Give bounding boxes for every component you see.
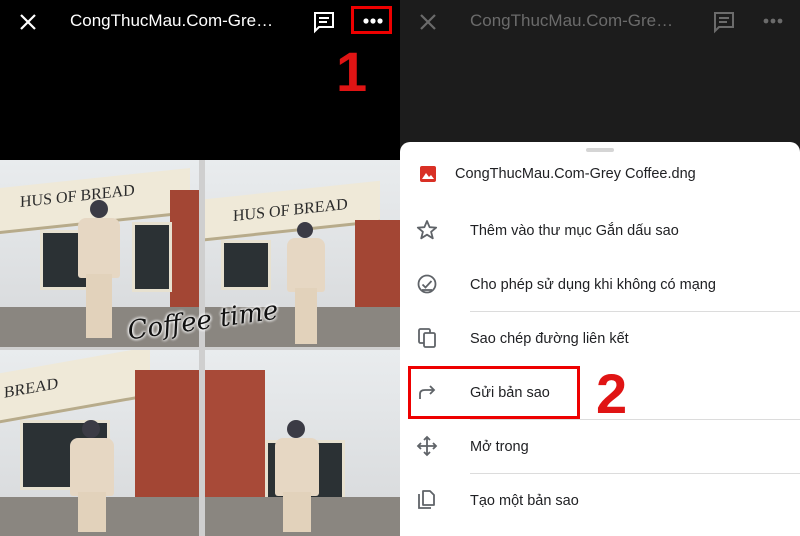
sheet-header: CongThucMau.Com-Grey Coffee.dng <box>400 156 800 196</box>
sheet-handle[interactable] <box>586 148 614 152</box>
photo-collage: HUS OF BREAD HUS OF BREAD BREAD Coffee t… <box>0 160 400 536</box>
menu-item-label: Cho phép sử dụng khi không có mạng <box>470 277 716 293</box>
photo-tile: BREAD <box>0 350 199 536</box>
options-screen: CongThucMau.Com-Grey Coffee.dng CongThuc… <box>400 0 800 536</box>
menu-item-offline[interactable]: Cho phép sử dụng khi không có mạng <box>400 258 800 312</box>
menu-item-label: Tạo một bản sao <box>470 493 579 509</box>
bottom-sheet: CongThucMau.Com-Grey Coffee.dng Thêm vào… <box>400 142 800 536</box>
more-options-icon <box>752 8 792 34</box>
dimmed-topbar: CongThucMau.Com-Grey Coffee.dng <box>400 0 800 44</box>
step-1-label: 1 <box>336 40 368 103</box>
move-arrows-icon <box>416 435 438 457</box>
close-icon <box>416 10 440 34</box>
sheet-file-name: CongThucMau.Com-Grey Coffee.dng <box>455 166 696 182</box>
copy-link-icon <box>416 327 438 349</box>
image-file-icon <box>418 164 438 184</box>
menu-item-add-starred[interactable]: Thêm vào thư mục Gắn dấu sao <box>400 204 800 258</box>
more-options-highlight <box>351 6 392 34</box>
menu-item-make-copy[interactable]: Tạo một bản sao <box>400 474 800 528</box>
file-title: CongThucMau.Com-Grey Coffee.dng <box>70 11 280 30</box>
offline-check-icon <box>416 273 438 295</box>
step-2-label: 2 <box>596 362 628 425</box>
menu-item-label: Mở trong <box>470 439 529 455</box>
photo-viewer: CongThucMau.Com-Grey Coffee.dng 1 HUS OF… <box>0 0 400 536</box>
send-copy-highlight <box>408 366 580 419</box>
menu-item-label: Thêm vào thư mục Gắn dấu sao <box>470 223 679 239</box>
photo-tile <box>205 350 400 536</box>
file-title: CongThucMau.Com-Grey Coffee.dng <box>470 11 680 30</box>
viewer-topbar: CongThucMau.Com-Grey Coffee.dng <box>0 0 400 44</box>
comment-icon[interactable] <box>312 10 336 34</box>
menu-item-copy-link[interactable]: Sao chép đường liên kết <box>400 312 800 366</box>
star-outline-icon <box>416 219 438 241</box>
make-copy-icon <box>416 489 438 511</box>
menu-item-open-in[interactable]: Mở trong <box>400 420 800 474</box>
close-icon[interactable] <box>16 10 40 34</box>
comment-icon <box>712 10 736 34</box>
menu-item-label: Sao chép đường liên kết <box>470 331 629 347</box>
